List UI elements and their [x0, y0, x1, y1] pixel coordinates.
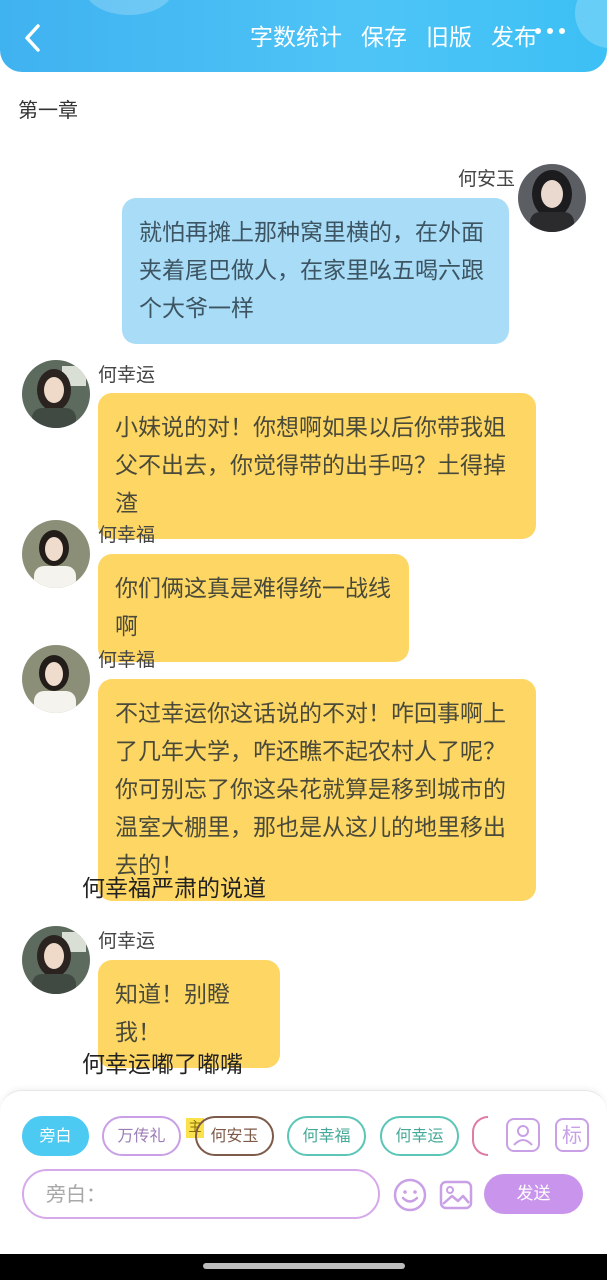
mark-button[interactable]: 标: [555, 1118, 589, 1152]
avatar-image: [22, 926, 90, 994]
message-bubble[interactable]: 不过幸运你这话说的不对！咋回事啊上了几年大学，咋还瞧不起农村人了呢？你可别忘了你…: [98, 679, 536, 901]
more-button[interactable]: [535, 28, 565, 34]
avatar-image: [22, 520, 90, 588]
avatar-he-xingyun[interactable]: [22, 360, 90, 428]
image-button[interactable]: [438, 1177, 474, 1213]
person-icon: [513, 1125, 533, 1146]
narration-text[interactable]: 何幸福严肃的说道: [82, 869, 266, 903]
chevron-left-icon: [25, 24, 40, 52]
avatar-image: [518, 164, 586, 232]
old-version-button[interactable]: 旧版: [426, 20, 472, 56]
word-count-button[interactable]: 字数统计: [250, 20, 342, 56]
message-input[interactable]: 旁白：: [22, 1169, 380, 1219]
avatar-he-anyu[interactable]: [518, 164, 586, 232]
more-dot: [547, 28, 553, 34]
smile-icon: [393, 1178, 427, 1212]
more-dot: [535, 28, 541, 34]
home-handle[interactable]: [203, 1263, 405, 1269]
speaker-name: 何幸运: [98, 930, 156, 952]
image-icon: [439, 1180, 473, 1210]
decor-bubble: [84, 0, 174, 15]
send-button[interactable]: 发送: [484, 1174, 583, 1214]
speaker-name: 何安玉: [458, 168, 516, 190]
avatar-he-xingfu[interactable]: [22, 520, 90, 588]
speaker-name: 何幸福: [98, 524, 156, 546]
avatar-he-xingfu[interactable]: [22, 645, 90, 713]
avatar-he-xingyun[interactable]: [22, 926, 90, 994]
character-manage-button[interactable]: [506, 1118, 540, 1152]
publish-button[interactable]: 发布: [491, 20, 537, 56]
message-bubble[interactable]: 小妹说的对！你想啊如果以后你带我姐父不出去，你觉得带的出手吗？土得掉渣: [98, 393, 536, 539]
role-chip-he-xingyun[interactable]: 何幸运: [380, 1116, 459, 1156]
role-chip-wan-chuanli[interactable]: 万传礼: [102, 1116, 181, 1156]
chapter-title: 第一章: [18, 98, 78, 122]
save-button[interactable]: 保存: [361, 20, 407, 56]
role-chip-narrator[interactable]: 旁白: [22, 1116, 89, 1156]
decor-bubble: [575, 0, 607, 48]
narration-text[interactable]: 何幸运嘟了嘟嘴: [82, 1045, 243, 1079]
avatar-image: [22, 645, 90, 713]
top-bar: 字数统计 保存 旧版 发布: [0, 0, 607, 72]
back-button[interactable]: [18, 18, 50, 58]
message-bubble[interactable]: 就怕再摊上那种窝里横的，在外面夹着尾巴做人，在家里吆五喝六跟个大爷一样: [122, 198, 509, 344]
speaker-name: 何幸福: [98, 649, 156, 671]
more-dot: [559, 28, 565, 34]
emoji-button[interactable]: [392, 1177, 428, 1213]
role-chip-he-xingfu[interactable]: 何幸福: [287, 1116, 366, 1156]
speaker-name: 何幸运: [98, 364, 156, 386]
avatar-image: [22, 360, 90, 428]
role-chip-he-anyu[interactable]: 何安玉: [195, 1116, 274, 1156]
